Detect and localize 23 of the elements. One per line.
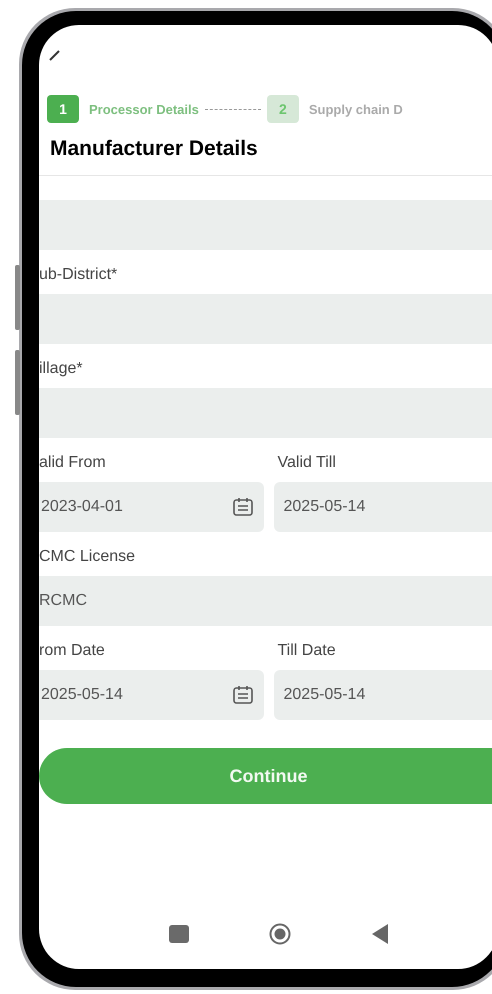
field-label: illage*: [39, 359, 84, 379]
field-label: CMC License: [39, 547, 136, 567]
step-number: 2: [266, 95, 299, 123]
date-field[interactable]: 2025-05-14: [274, 482, 492, 532]
date-field[interactable]: 2023-04-01: [39, 482, 264, 532]
field-label: ub-District*: [39, 265, 118, 285]
field-label: alid From: [39, 453, 107, 473]
recents-icon[interactable]: [169, 925, 190, 943]
date-field[interactable]: 2025-05-14: [274, 670, 492, 720]
home-icon[interactable]: [269, 923, 292, 945]
calendar-icon: [232, 496, 254, 518]
field-label: Till Date: [276, 641, 337, 661]
input-field[interactable]: RCMC: [39, 576, 492, 626]
field-label: Valid Till: [276, 453, 337, 473]
dropdown-field[interactable]: [39, 294, 492, 344]
dropdown-field[interactable]: [39, 388, 492, 438]
step-number: 1: [47, 95, 79, 123]
step-connector: [204, 108, 261, 110]
date-field[interactable]: 2025-05-14: [39, 670, 264, 720]
page-title: Manufacturer Details: [50, 137, 259, 162]
dropdown-field[interactable]: [39, 200, 492, 250]
calendar-icon: [232, 684, 254, 706]
field-label: rom Date: [39, 641, 106, 661]
